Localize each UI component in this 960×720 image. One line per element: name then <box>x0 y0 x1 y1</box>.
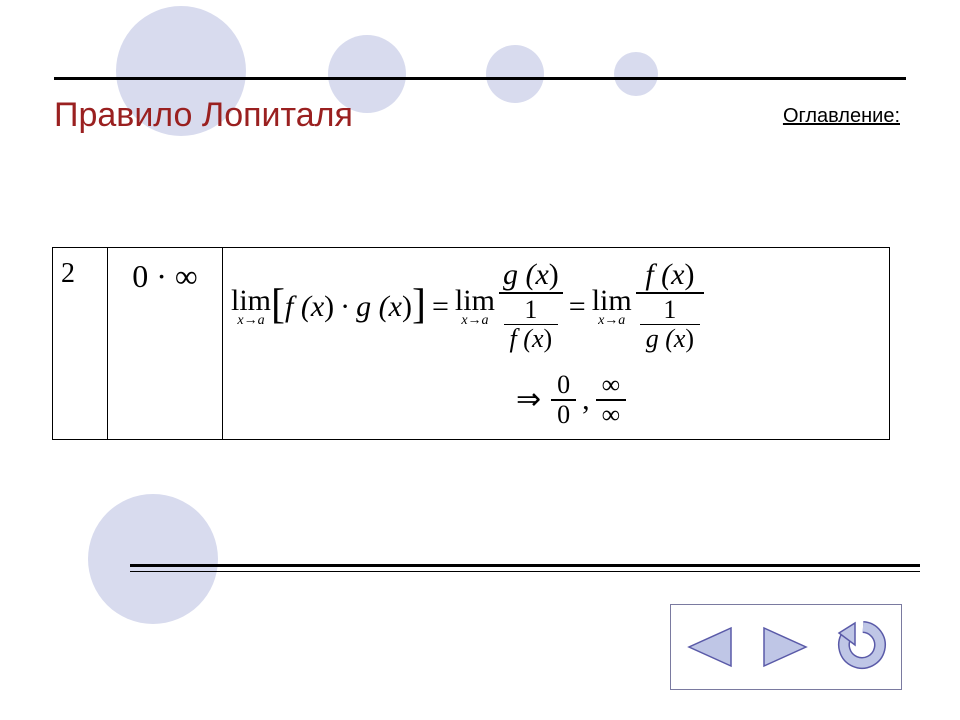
next-button[interactable] <box>758 624 814 670</box>
equals-2: = <box>569 290 586 324</box>
nav-panel <box>670 604 902 690</box>
row-number: 2 <box>53 248 108 440</box>
equation-table: 2 0 · ∞ lim x→a [ f (x) · g (x) ] = lim <box>52 247 890 440</box>
prev-button[interactable] <box>681 624 737 670</box>
return-button[interactable] <box>835 619 891 675</box>
equals-1: = <box>432 290 449 324</box>
indeterminate-form: 0 · ∞ <box>108 248 223 440</box>
dot-op: · <box>340 290 350 324</box>
lim-sub: x→a <box>237 314 264 328</box>
toc-link[interactable]: Оглавление: <box>783 105 900 128</box>
lim-label: lim <box>231 286 271 316</box>
page-title: Правило Лопиталя <box>54 96 353 135</box>
equation-cell: lim x→a [ f (x) · g (x) ] = lim x→a <box>223 248 890 440</box>
implies-icon: ⇒ <box>516 382 541 417</box>
